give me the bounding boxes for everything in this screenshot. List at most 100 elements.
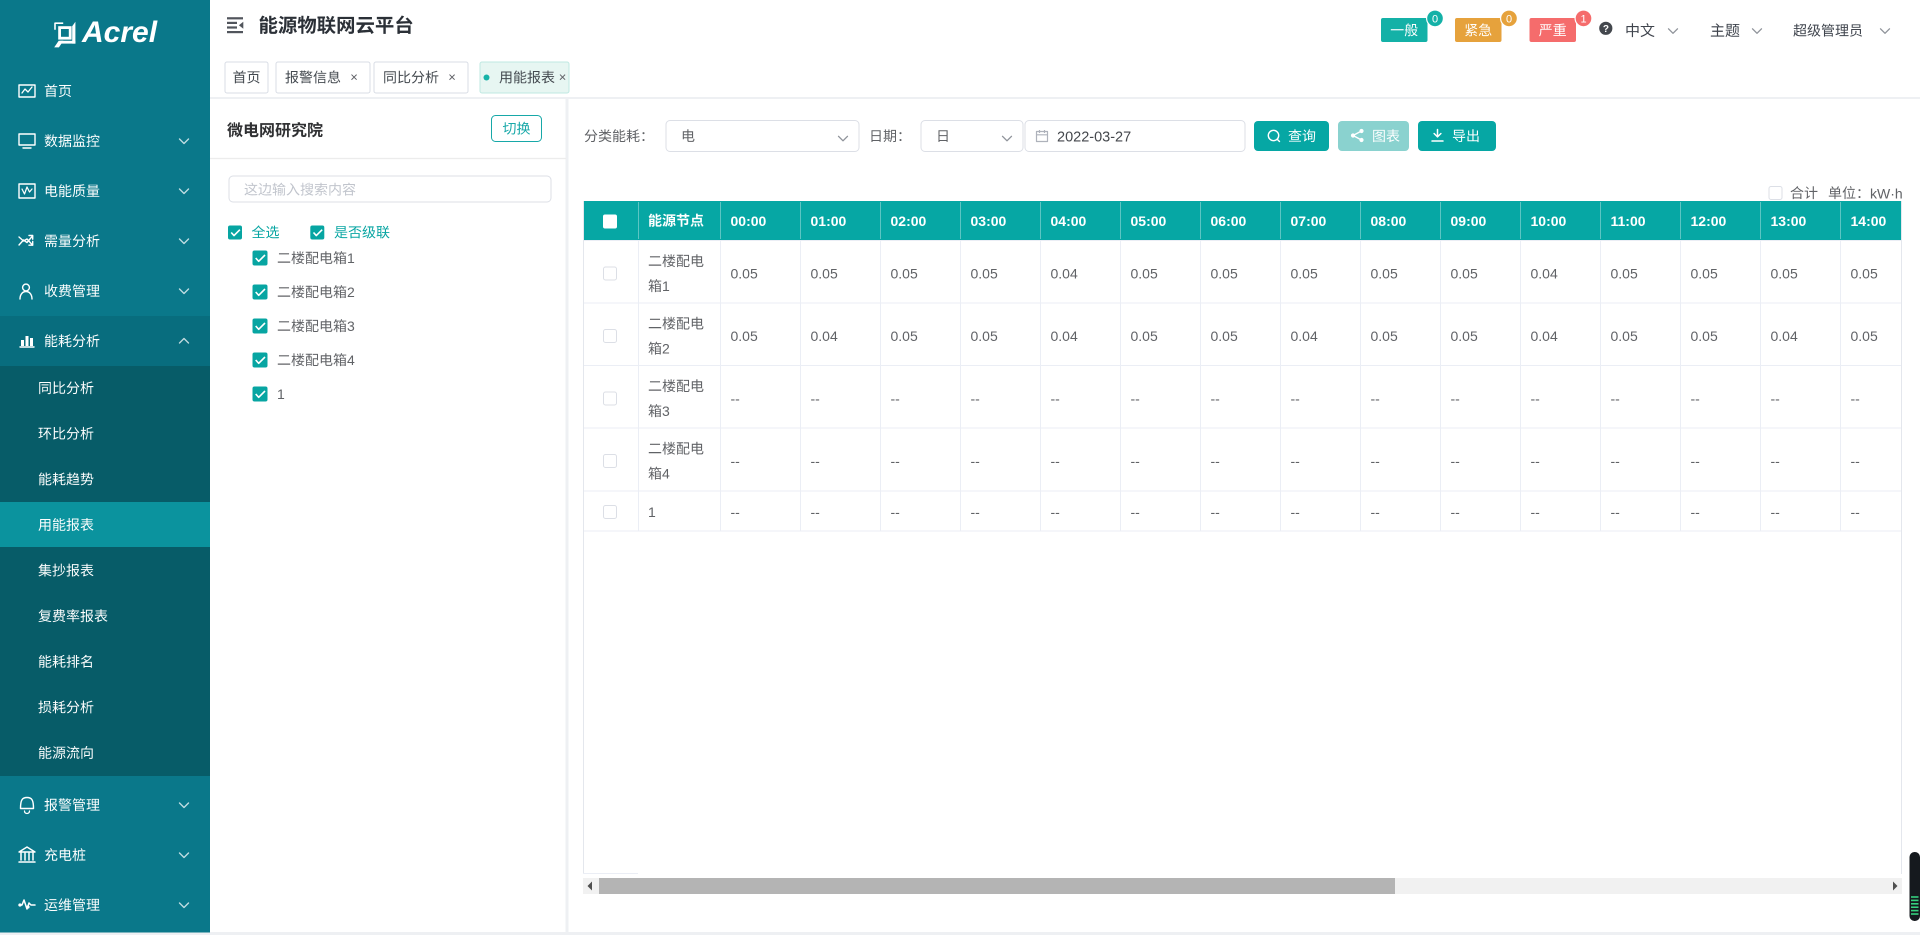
svg-text:0.04: 0.04: [1531, 266, 1558, 282]
svg-text:3: 3: [662, 403, 670, 419]
svg-text:×: ×: [559, 70, 567, 85]
svg-text:--: --: [1771, 504, 1781, 520]
svg-text:0.05: 0.05: [1211, 328, 1238, 344]
svg-text:0.05: 0.05: [1691, 328, 1718, 344]
svg-text:3: 3: [347, 318, 355, 334]
svg-text:0.05: 0.05: [1131, 266, 1158, 282]
svg-text:--: --: [1451, 504, 1461, 520]
svg-text:--: --: [1451, 391, 1461, 407]
svg-text:--: --: [891, 391, 901, 407]
svg-text:0.05: 0.05: [1131, 328, 1158, 344]
svg-text:--: --: [1291, 391, 1301, 407]
svg-text:0.05: 0.05: [811, 266, 838, 282]
svg-text:--: --: [971, 391, 981, 407]
svg-text:0.05: 0.05: [1211, 266, 1238, 282]
svg-text:07:00: 07:00: [1291, 213, 1327, 229]
svg-text:--: --: [1211, 453, 1221, 469]
svg-text:×: ×: [448, 70, 456, 85]
svg-text:--: --: [1371, 453, 1381, 469]
svg-text:--: --: [1531, 391, 1541, 407]
svg-text:06:00: 06:00: [1211, 213, 1247, 229]
svg-text:0.05: 0.05: [731, 266, 758, 282]
svg-text:12:00: 12:00: [1691, 213, 1727, 229]
svg-text:--: --: [731, 391, 741, 407]
svg-text:0.04: 0.04: [1531, 328, 1558, 344]
svg-text:4: 4: [662, 466, 670, 482]
svg-text:2022-03-27: 2022-03-27: [1057, 129, 1131, 145]
svg-text:--: --: [1451, 453, 1461, 469]
svg-text:--: --: [1611, 504, 1621, 520]
svg-text:--: --: [1611, 453, 1621, 469]
svg-text:--: --: [1211, 504, 1221, 520]
svg-text:1: 1: [277, 386, 285, 402]
svg-text:?: ?: [1603, 24, 1609, 35]
svg-text:1: 1: [648, 504, 656, 520]
svg-text:0.05: 0.05: [971, 266, 998, 282]
svg-text:14:00: 14:00: [1851, 213, 1887, 229]
svg-text:kW·h: kW·h: [1870, 185, 1903, 201]
svg-text:--: --: [731, 504, 741, 520]
svg-text:--: --: [1051, 453, 1061, 469]
svg-text:0.05: 0.05: [891, 328, 918, 344]
svg-text:--: --: [1131, 391, 1141, 407]
svg-text:09:00: 09:00: [1451, 213, 1487, 229]
svg-text:1: 1: [347, 250, 355, 266]
svg-text:08:00: 08:00: [1371, 213, 1407, 229]
svg-text:--: --: [1371, 391, 1381, 407]
svg-text:--: --: [971, 453, 981, 469]
svg-text:--: --: [1531, 504, 1541, 520]
svg-text:--: --: [1131, 504, 1141, 520]
svg-text:11:00: 11:00: [1611, 213, 1646, 229]
svg-text:--: --: [1371, 504, 1381, 520]
svg-text:--: --: [811, 453, 821, 469]
svg-text:2: 2: [347, 284, 355, 300]
svg-text:0.05: 0.05: [1691, 266, 1718, 282]
svg-text:--: --: [811, 391, 821, 407]
svg-text:0.05: 0.05: [1451, 328, 1478, 344]
svg-text:0.05: 0.05: [891, 266, 918, 282]
svg-text:--: --: [1211, 391, 1221, 407]
svg-text:0.04: 0.04: [1051, 266, 1078, 282]
svg-text:2: 2: [662, 341, 670, 357]
svg-text:×: ×: [350, 70, 358, 85]
svg-text:0.04: 0.04: [811, 328, 838, 344]
svg-text:--: --: [1051, 504, 1061, 520]
svg-text:--: --: [1531, 453, 1541, 469]
svg-text:0: 0: [1506, 14, 1512, 26]
svg-text:--: --: [1291, 504, 1301, 520]
svg-text:0.05: 0.05: [1371, 266, 1398, 282]
svg-text:--: --: [1851, 504, 1861, 520]
svg-text:--: --: [811, 504, 821, 520]
svg-text:0.05: 0.05: [1851, 328, 1878, 344]
svg-text:0.05: 0.05: [731, 328, 758, 344]
svg-text:--: --: [1291, 453, 1301, 469]
svg-text:0.04: 0.04: [1771, 328, 1798, 344]
svg-text:10:00: 10:00: [1531, 213, 1567, 229]
svg-text:--: --: [1691, 504, 1701, 520]
svg-text:0.04: 0.04: [1291, 328, 1318, 344]
svg-text:1: 1: [1580, 14, 1586, 26]
svg-text:--: --: [1611, 391, 1621, 407]
svg-text:1: 1: [662, 278, 670, 294]
svg-text:00:00: 00:00: [731, 213, 767, 229]
svg-text:04:00: 04:00: [1051, 213, 1087, 229]
svg-text:--: --: [1851, 391, 1861, 407]
svg-text:--: --: [891, 453, 901, 469]
svg-text:--: --: [1691, 391, 1701, 407]
svg-text:01:00: 01:00: [811, 213, 847, 229]
svg-text:--: --: [1131, 453, 1141, 469]
svg-text:0.05: 0.05: [1611, 266, 1638, 282]
svg-text:0.05: 0.05: [1451, 266, 1478, 282]
svg-text:0.05: 0.05: [1291, 266, 1318, 282]
svg-text:13:00: 13:00: [1771, 213, 1807, 229]
svg-text:--: --: [1771, 391, 1781, 407]
svg-text:--: --: [971, 504, 981, 520]
svg-text:0.05: 0.05: [1371, 328, 1398, 344]
svg-text:Acrel: Acrel: [81, 16, 158, 49]
svg-text:0.05: 0.05: [1851, 266, 1878, 282]
svg-text:0.05: 0.05: [1771, 266, 1798, 282]
svg-text:--: --: [1691, 453, 1701, 469]
svg-text:--: --: [731, 453, 741, 469]
svg-text:0.05: 0.05: [971, 328, 998, 344]
svg-text:--: --: [1771, 453, 1781, 469]
